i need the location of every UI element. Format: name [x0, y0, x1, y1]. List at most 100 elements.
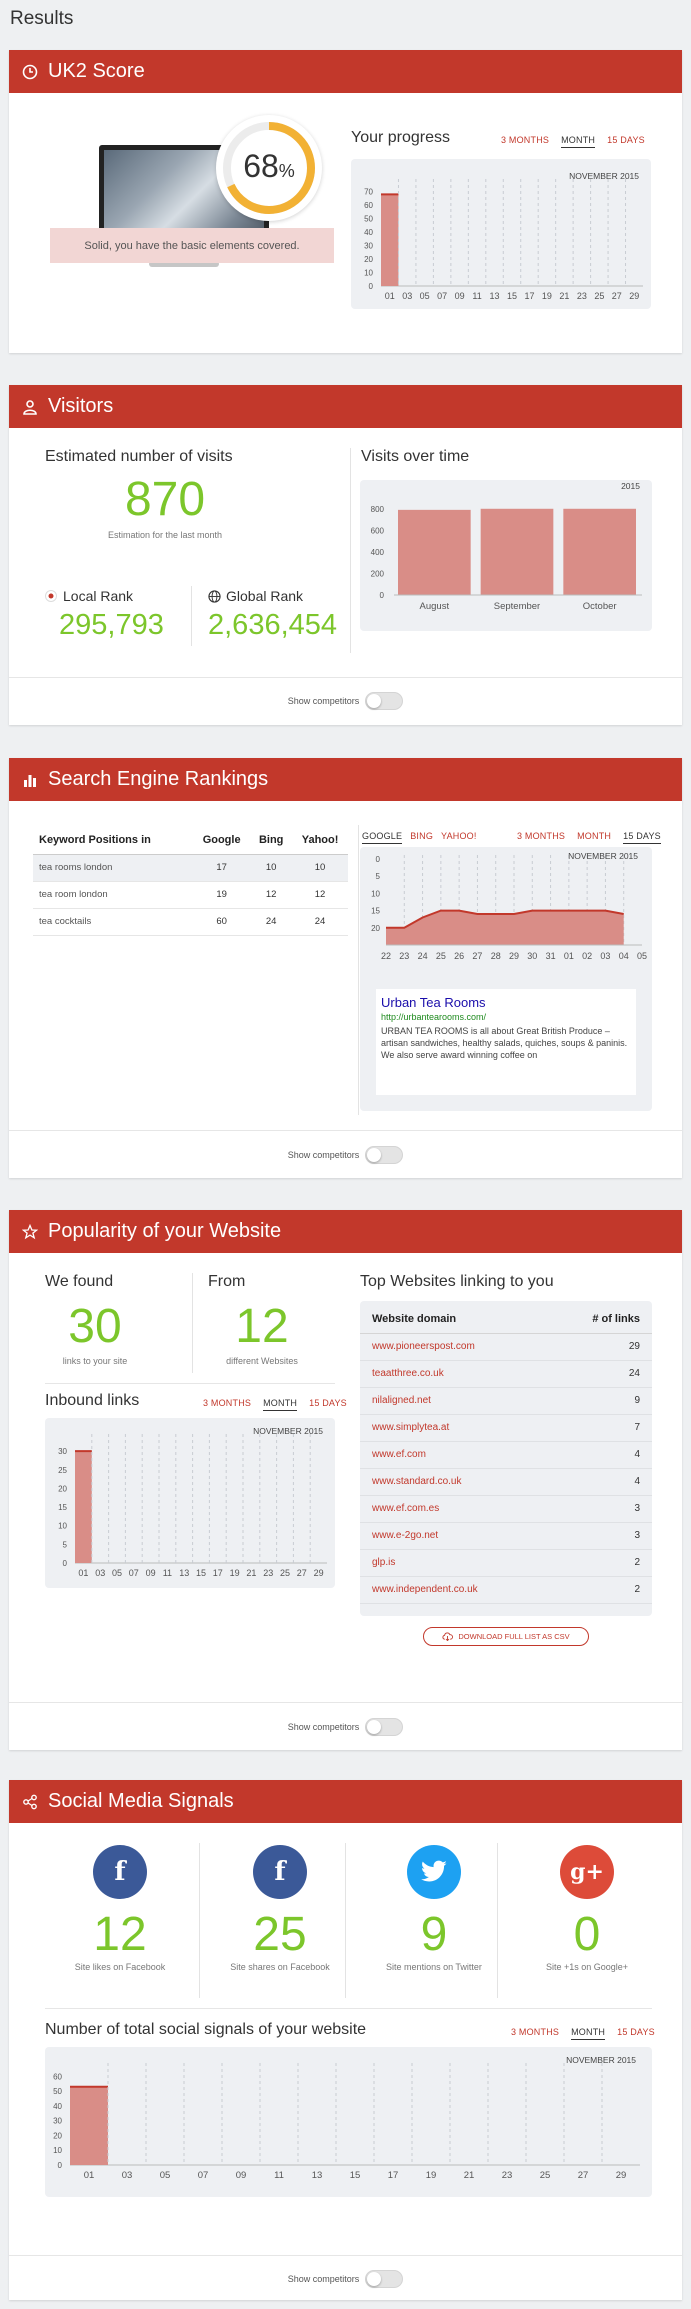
competitors-label: Show competitors — [287, 696, 360, 706]
competitors-toggle[interactable] — [365, 692, 404, 710]
bar — [70, 2086, 108, 2165]
x-tick-label: 05 — [160, 2170, 171, 2181]
y-tick-label: 40 — [364, 228, 373, 237]
x-tick-label: 02 — [582, 951, 592, 961]
score-gauge: 68% — [216, 115, 322, 221]
y-tick-label: 15 — [371, 907, 380, 916]
engine-tabs: GOOGLE BING YAHOO! — [362, 831, 477, 844]
x-tick-label: 23 — [399, 951, 409, 961]
social-value: 12 — [93, 1908, 147, 1961]
visitors-body: Estimated number of visits 870 Estimatio… — [9, 428, 682, 725]
table-row[interactable]: www.e-2go.net 3 — [360, 1522, 652, 1550]
site-domain[interactable]: nilaligned.net — [360, 1387, 549, 1415]
range-15-days[interactable]: 15 DAYS — [309, 1398, 347, 1408]
flag-icon — [45, 590, 57, 602]
x-tick-label: 15 — [196, 1568, 206, 1578]
popularity-competitors-row: Show competitors — [9, 1718, 682, 1736]
range-month[interactable]: MONTH — [577, 831, 611, 841]
y-tick-label: 10 — [53, 2146, 62, 2155]
site-domain[interactable]: www.ef.com.es — [360, 1495, 549, 1523]
social-range-tabs: 3 MONTHS MONTH 15 DAYS — [499, 2027, 655, 2040]
page-title: Results — [10, 8, 74, 29]
site-domain[interactable]: www.pioneerspost.com — [360, 1333, 549, 1361]
chart-title: NOVEMBER 2015 — [569, 171, 639, 181]
ranking-chart: 5 10 15 20 0 22 23 24 25 26 27 28 29 30 31 01 02 03 04 05 NO… — [371, 851, 647, 961]
table-row[interactable]: tea rooms london 17 10 10 — [33, 854, 348, 882]
competitors-toggle[interactable] — [365, 2270, 404, 2288]
y-tick-label: 20 — [364, 255, 373, 264]
x-tick-label: 29 — [616, 2170, 627, 2181]
site-domain[interactable]: www.independent.co.uk — [360, 1576, 549, 1604]
over-time-title: Visits over time — [361, 448, 470, 465]
ser-footer-divider — [9, 1130, 682, 1131]
range-month[interactable]: MONTH — [263, 1398, 298, 1411]
site-domain[interactable]: www.simplytea.at — [360, 1414, 549, 1442]
y-tick-label: 20 — [371, 924, 380, 933]
table-row[interactable]: tea cocktails 60 24 24 — [33, 908, 348, 936]
range-month[interactable]: MONTH — [561, 135, 596, 148]
table-row[interactable]: teaatthree.co.uk 24 — [360, 1360, 652, 1388]
inbound-chart-panel: 0 5 10 15 20 25 30 01 03 05 07 09 11 13 15 17 19 21 23 25 27… — [45, 1418, 335, 1588]
range-3-months[interactable]: 3 MONTHS — [511, 2027, 559, 2037]
social-footer-divider — [9, 2255, 682, 2256]
range-3-months[interactable]: 3 MONTHS — [203, 1398, 251, 1408]
x-tick-label: 03 — [402, 291, 412, 301]
engine-yahoo[interactable]: YAHOO! — [441, 831, 477, 841]
result-url[interactable]: http://urbantearooms.com/ — [381, 1012, 631, 1022]
social-caption: Site +1s on Google+ — [545, 1962, 629, 1972]
social-caption: Site shares on Facebook — [230, 1962, 330, 1972]
y-tick-label: 5 — [63, 1540, 68, 1549]
progress-title: Your progress — [351, 129, 451, 146]
table-row[interactable]: glp.is 2 — [360, 1549, 652, 1577]
range-month[interactable]: MONTH — [571, 2027, 606, 2040]
result-title[interactable]: Urban Tea Rooms — [381, 995, 631, 1010]
table-row[interactable]: www.standard.co.uk 4 — [360, 1468, 652, 1496]
score-message-text: Solid, you have the basic elements cover… — [84, 239, 300, 252]
table-row[interactable]: www.simplytea.at 7 — [360, 1414, 652, 1442]
site-domain[interactable]: glp.is — [360, 1549, 549, 1577]
col-google: Google — [193, 827, 251, 855]
x-tick-label: 25 — [436, 951, 446, 961]
download-csv-button[interactable]: DOWNLOAD FULL LIST AS CSV — [423, 1627, 589, 1646]
social-header: Social Media Signals — [9, 1780, 682, 1823]
range-15-days[interactable]: 15 DAYS — [623, 831, 661, 844]
visitors-header-title: Visitors — [48, 395, 114, 417]
x-tick-label: 21 — [559, 291, 569, 301]
chart-title: NOVEMBER 2015 — [568, 851, 638, 861]
ser-divider — [358, 825, 359, 1115]
rank-divider — [191, 586, 192, 646]
x-tick-label: 25 — [540, 2170, 551, 2181]
table-row[interactable]: www.ef.com.es 3 — [360, 1495, 652, 1523]
y-tick-label: 0 — [369, 282, 374, 291]
visits-chart-panel: 0 200 400 600 800 August September October 2015 — [360, 480, 652, 631]
x-tick-label: 22 — [381, 951, 391, 961]
y-tick-label: 50 — [53, 2087, 62, 2096]
x-tick-label: 23 — [577, 291, 587, 301]
competitors-toggle[interactable] — [365, 1718, 404, 1736]
site-domain[interactable]: www.ef.com — [360, 1441, 549, 1469]
table-row[interactable]: www.pioneerspost.com 29 — [360, 1333, 652, 1361]
table-row[interactable]: www.independent.co.uk 2 — [360, 1576, 652, 1604]
table-row[interactable]: nilaligned.net 9 — [360, 1387, 652, 1415]
social-header-title: Social Media Signals — [48, 1790, 234, 1812]
engine-google[interactable]: GOOGLE — [362, 831, 403, 844]
range-15-days[interactable]: 15 DAYS — [617, 2027, 655, 2037]
range-15-days[interactable]: 15 DAYS — [607, 135, 645, 145]
x-tick-label: 30 — [527, 951, 537, 961]
site-domain[interactable]: teaatthree.co.uk — [360, 1360, 549, 1388]
x-tick-label: 09 — [455, 291, 465, 301]
y-tick-label: 20 — [58, 1484, 67, 1493]
table-row[interactable]: www.ef.com 4 — [360, 1441, 652, 1469]
user-icon — [23, 399, 37, 415]
range-3-months[interactable]: 3 MONTHS — [517, 831, 565, 841]
competitors-toggle[interactable] — [365, 1146, 404, 1164]
social-item: f 12 Site likes on Facebook — [45, 1845, 195, 1972]
engine-bing[interactable]: BING — [410, 831, 433, 841]
x-tick-label: 19 — [230, 1568, 240, 1578]
ser-body: Keyword Positions in Google Bing Yahoo! … — [9, 801, 682, 1178]
estimated-caption: Estimation for the last month — [107, 530, 223, 540]
range-3-months[interactable]: 3 MONTHS — [501, 135, 549, 145]
site-domain[interactable]: www.standard.co.uk — [360, 1468, 549, 1496]
table-row[interactable]: tea room london 19 12 12 — [33, 881, 348, 909]
site-domain[interactable]: www.e-2go.net — [360, 1522, 549, 1550]
